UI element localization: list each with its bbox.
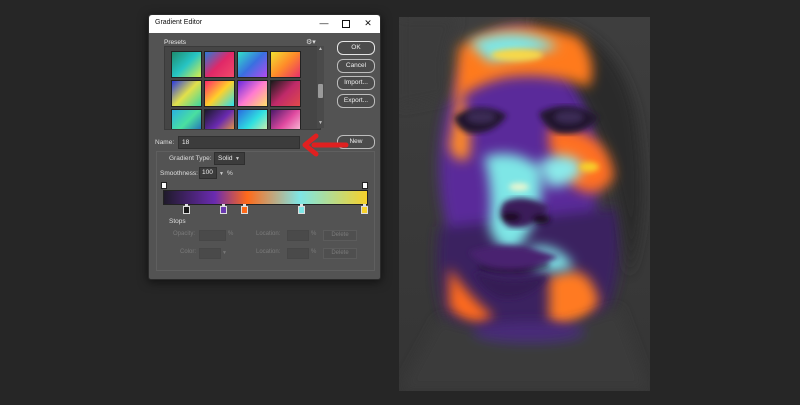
location-unit: %	[311, 231, 317, 237]
ok-button[interactable]: OK	[337, 41, 375, 55]
export-button[interactable]: Export...	[337, 94, 375, 108]
title-bar[interactable]: Gradient Editor — ✕	[149, 15, 380, 33]
color-stop[interactable]	[220, 204, 227, 214]
color-label: Color:	[180, 249, 197, 255]
color-stop[interactable]	[361, 204, 368, 214]
dialog-title: Gradient Editor	[155, 19, 203, 26]
minimize-icon[interactable]: —	[318, 18, 330, 29]
color-stop[interactable]	[183, 204, 190, 214]
color-field[interactable]	[199, 248, 221, 259]
opacity-input[interactable]	[199, 230, 226, 241]
gradient-swatch[interactable]	[204, 51, 235, 78]
preset-grid	[171, 51, 301, 129]
chevron-down-icon[interactable]: ▼	[219, 171, 224, 177]
presets-scrollbar[interactable]: ▲ ▼	[317, 46, 324, 128]
gradient-swatch[interactable]	[204, 109, 235, 129]
gradient-swatch[interactable]	[171, 109, 202, 129]
color-stop[interactable]	[298, 204, 305, 214]
opacity-unit: %	[228, 231, 234, 237]
gradient-swatch[interactable]	[270, 80, 301, 107]
name-label: Name:	[155, 139, 175, 146]
opacity-stop-left[interactable]	[161, 182, 167, 189]
opacity-stop-right[interactable]	[362, 182, 368, 189]
scroll-up-icon[interactable]: ▲	[318, 46, 323, 52]
location-label: Location:	[256, 231, 281, 237]
import-button[interactable]: Import...	[337, 76, 375, 90]
gear-icon[interactable]: ⚙▾	[306, 38, 316, 46]
gradient-swatch[interactable]	[270, 51, 301, 78]
gradient-swatch[interactable]	[171, 51, 202, 78]
scroll-thumb[interactable]	[318, 84, 323, 98]
gradient-type-label: Gradient Type:	[169, 155, 212, 162]
location-input[interactable]	[287, 248, 309, 259]
presets-label: Presets	[164, 39, 187, 46]
location-input[interactable]	[287, 230, 309, 241]
gradient-swatch[interactable]	[171, 80, 202, 107]
gradient-swatch[interactable]	[237, 109, 268, 129]
name-input[interactable]: 18	[178, 136, 300, 149]
color-stop[interactable]	[241, 204, 248, 214]
gradient-swatch[interactable]	[204, 80, 235, 107]
gradient-swatch[interactable]	[237, 80, 268, 107]
gradient-type-select[interactable]: Solid	[214, 152, 245, 165]
smoothness-unit: %	[227, 170, 233, 177]
gradient-swatch[interactable]	[237, 51, 268, 78]
opacity-label: Opacity:	[173, 231, 196, 237]
gradient-swatch[interactable]	[270, 109, 301, 129]
delete-button[interactable]: Delete	[323, 248, 357, 259]
location-unit: %	[311, 249, 317, 255]
close-icon[interactable]: ✕	[362, 18, 374, 29]
presets-panel	[164, 46, 321, 130]
smoothness-label: Smoothness:	[160, 170, 198, 177]
chevron-down-icon[interactable]: ▼	[222, 250, 227, 256]
arrow-icon	[302, 133, 349, 157]
location-label: Location:	[256, 249, 281, 255]
scroll-down-icon[interactable]: ▼	[318, 120, 323, 126]
smoothness-input[interactable]: 100	[199, 167, 217, 179]
cancel-button[interactable]: Cancel	[337, 59, 375, 73]
stops-label: Stops	[169, 218, 186, 225]
gradient-preview-bar[interactable]	[163, 190, 368, 205]
chevron-down-icon[interactable]: ▼	[235, 156, 240, 162]
gradient-map-portrait	[399, 17, 650, 391]
maximize-icon[interactable]	[340, 18, 352, 29]
delete-button[interactable]: Delete	[323, 230, 357, 241]
portrait-image	[399, 17, 650, 391]
